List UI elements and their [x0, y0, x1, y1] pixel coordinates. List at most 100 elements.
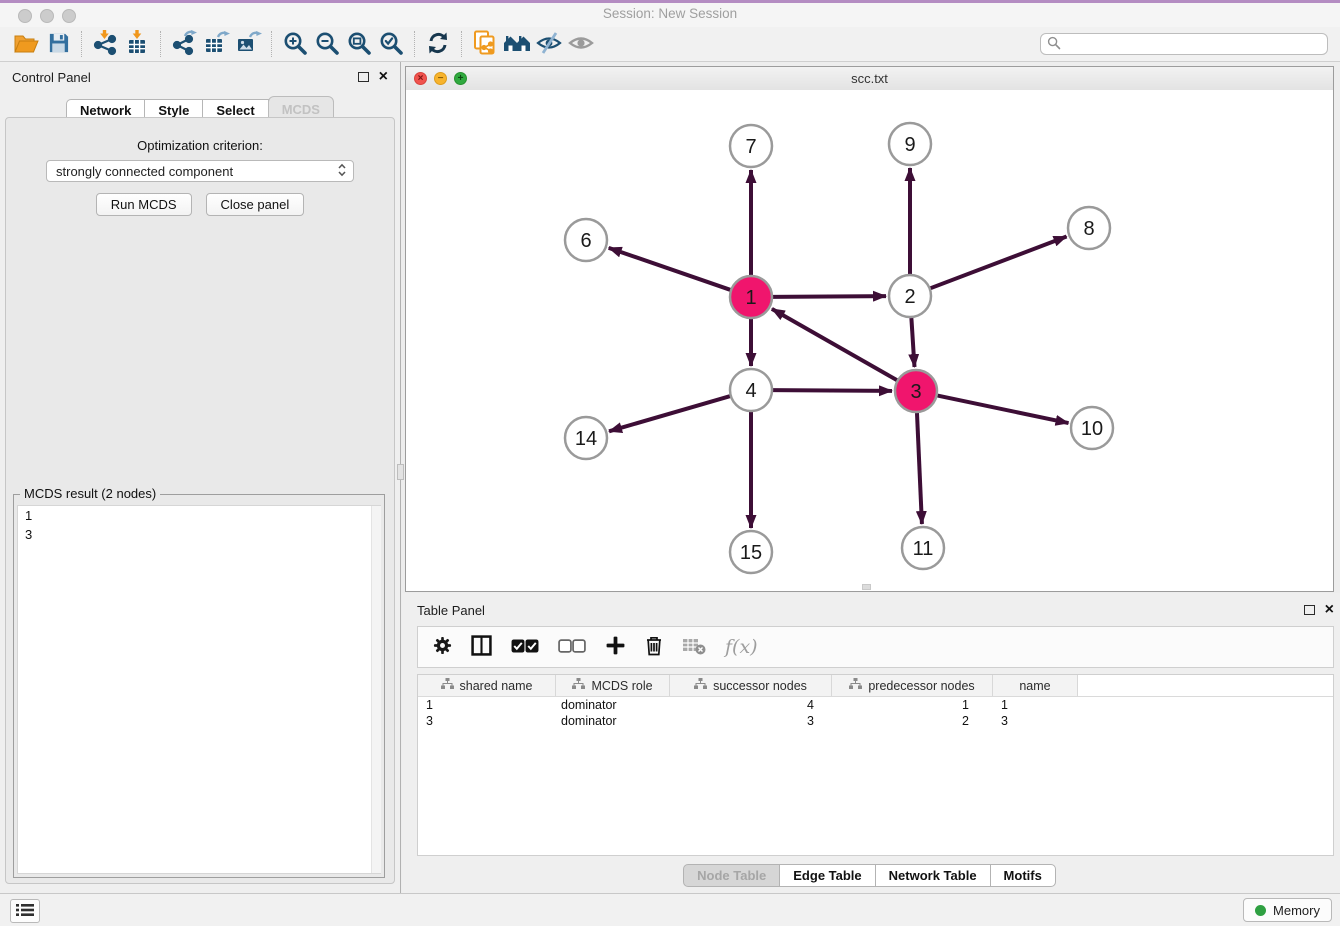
houses-icon: [503, 31, 531, 58]
export-image-button[interactable]: [232, 29, 264, 59]
run-mcds-button[interactable]: Run MCDS: [96, 193, 192, 216]
zoom-selected-button[interactable]: [375, 29, 407, 59]
float-table-panel-icon[interactable]: [1304, 603, 1315, 618]
open-session-button[interactable]: [10, 29, 42, 59]
plus-icon: [605, 635, 626, 659]
panel-divider-grip[interactable]: [397, 464, 404, 480]
app-titlebar: Session: New Session: [0, 0, 1340, 28]
apply-function-button[interactable]: f(x): [725, 636, 758, 658]
table-panel-header: Table Panel ×: [417, 598, 1334, 622]
new-network-from-selection-button[interactable]: [469, 29, 501, 59]
table-header-filler: [1078, 675, 1333, 696]
edge-3-10[interactable]: [938, 396, 1069, 424]
search-input[interactable]: [1065, 34, 1327, 54]
edge-2-8[interactable]: [931, 237, 1067, 289]
edge-3-11[interactable]: [917, 413, 922, 524]
edge-2-3[interactable]: [911, 318, 914, 367]
node-label-7: 7: [745, 136, 756, 158]
gear-icon: [433, 636, 452, 658]
zoom-fit-icon: [346, 30, 372, 59]
network-canvas[interactable]: 1234678910111415: [406, 90, 1333, 591]
memory-button[interactable]: Memory: [1243, 898, 1332, 922]
unchecked-boxes-icon: [558, 639, 586, 656]
node-label-1: 1: [745, 287, 756, 309]
tab-network-table[interactable]: Network Table: [875, 864, 991, 887]
status-bar: Memory: [0, 893, 1340, 926]
node-label-9: 9: [904, 134, 915, 156]
column-header-shared-name[interactable]: shared name: [418, 675, 556, 696]
select-all-columns-button[interactable]: [511, 639, 539, 656]
canvas-resize-grip[interactable]: [862, 584, 871, 590]
tab-motifs[interactable]: Motifs: [990, 864, 1056, 887]
delete-column-button[interactable]: [645, 635, 663, 659]
refresh-layout-button[interactable]: [422, 29, 454, 59]
close-panel-icon[interactable]: ×: [379, 70, 388, 84]
checked-boxes-icon: [511, 639, 539, 656]
close-panel-button[interactable]: Close panel: [206, 193, 305, 216]
list-icon: [16, 903, 34, 920]
edge-3-1[interactable]: [772, 309, 897, 380]
float-panel-icon[interactable]: [358, 70, 369, 85]
column-header-name[interactable]: name: [993, 675, 1078, 696]
control-panel-header: Control Panel ×: [0, 62, 400, 92]
export-table-button[interactable]: [200, 29, 232, 59]
tab-edge-table[interactable]: Edge Table: [779, 864, 875, 887]
eye-slash-icon: [536, 31, 562, 58]
tab-node-table[interactable]: Node Table: [683, 864, 780, 887]
save-session-button[interactable]: [42, 29, 74, 59]
mcds-result-list[interactable]: 13: [17, 505, 381, 874]
add-column-button[interactable]: [605, 635, 626, 659]
first-neighbors-button[interactable]: [501, 29, 533, 59]
toolbar-separator: [461, 31, 462, 57]
hide-selected-button[interactable]: [533, 29, 565, 59]
import-network-button[interactable]: [89, 29, 121, 59]
table-header-row: shared name MCDS role successor nodes pr…: [418, 675, 1333, 697]
search-box[interactable]: [1040, 33, 1328, 55]
show-all-button[interactable]: [565, 29, 597, 59]
edge-1-2[interactable]: [773, 296, 886, 297]
trash-icon: [645, 635, 663, 659]
network-view-window: scc.txt × − + 1234678910111415: [405, 66, 1334, 592]
column-header-successor-nodes[interactable]: successor nodes: [670, 675, 832, 696]
zoom-out-button[interactable]: [311, 29, 343, 59]
column-header-predecessor-nodes[interactable]: predecessor nodes: [832, 675, 993, 696]
zoom-in-button[interactable]: [279, 29, 311, 59]
edge-4-14[interactable]: [609, 396, 730, 431]
show-columns-button[interactable]: [471, 635, 492, 659]
table-row[interactable]: 3dominator323: [418, 713, 1333, 729]
table-rows: 1dominator4113dominator323: [418, 697, 1333, 729]
import-table-button[interactable]: [121, 29, 153, 59]
export-image-icon: [235, 30, 262, 59]
zoom-selected-icon: [378, 30, 404, 59]
control-panel-title: Control Panel: [12, 70, 91, 85]
node-label-14: 14: [575, 428, 597, 450]
result-item: 3: [18, 525, 380, 544]
memory-status-icon: [1255, 905, 1266, 916]
result-item: 1: [18, 506, 380, 525]
table-row[interactable]: 1dominator411: [418, 697, 1333, 713]
network-graph: 1234678910111415: [406, 90, 1333, 591]
mcds-panel: Optimization criterion: strongly connect…: [5, 117, 395, 884]
node-label-11: 11: [913, 538, 934, 560]
deselect-all-columns-button[interactable]: [558, 639, 586, 656]
tree-icon: [849, 678, 862, 693]
tree-icon: [572, 678, 585, 693]
edge-1-6[interactable]: [609, 248, 731, 290]
table-panel-title: Table Panel: [417, 603, 485, 618]
result-scrollbar[interactable]: [371, 506, 381, 873]
column-header-mcds-role[interactable]: MCDS role: [556, 675, 670, 696]
close-table-panel-icon[interactable]: ×: [1325, 603, 1334, 617]
task-history-button[interactable]: [10, 899, 40, 923]
refresh-icon: [426, 31, 450, 58]
export-network-button[interactable]: [168, 29, 200, 59]
criterion-select[interactable]: strongly connected component: [46, 160, 354, 182]
zoom-fit-button[interactable]: [343, 29, 375, 59]
column-settings-button[interactable]: [433, 636, 452, 658]
table-tabs: Node Table Edge Table Network Table Moti…: [405, 864, 1334, 887]
mcds-result-group: MCDS result (2 nodes) 13: [13, 494, 385, 878]
delete-table-button[interactable]: [682, 637, 706, 658]
control-panel: Control Panel × Network Style Select MCD…: [0, 62, 401, 893]
floppy-disk-icon: [47, 31, 70, 57]
copy-network-icon: [473, 30, 497, 59]
edge-4-3[interactable]: [773, 390, 892, 391]
